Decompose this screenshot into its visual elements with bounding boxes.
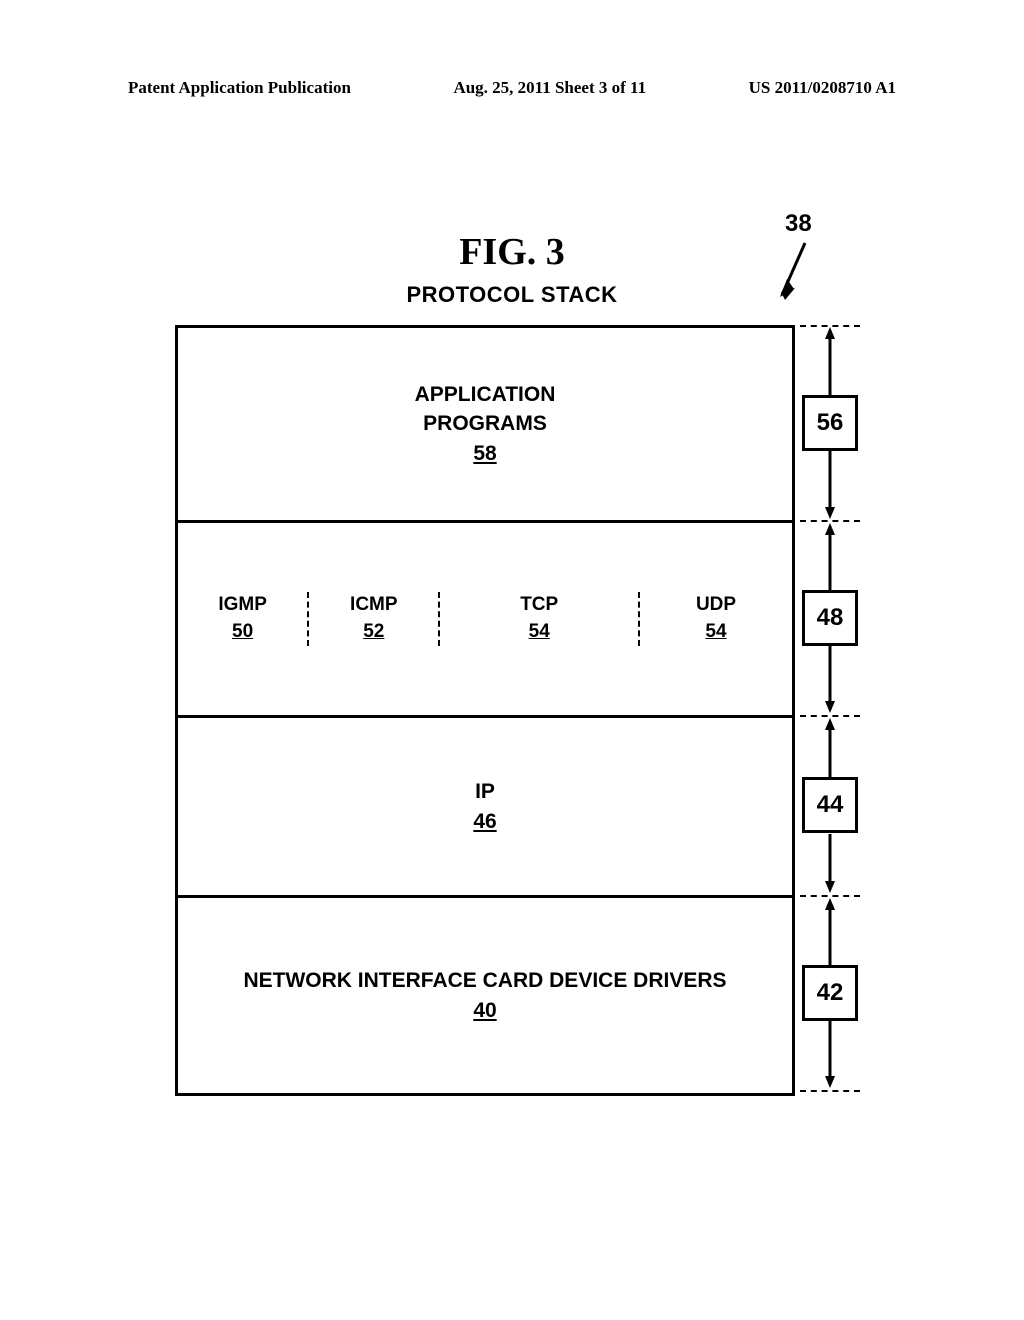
side-ref-56: 56 [802, 395, 858, 451]
igmp-cell: IGMP 50 [178, 592, 309, 645]
dashed-connector [800, 715, 860, 717]
ip-layer: IP 46 [178, 718, 792, 898]
figure-title: FIG. 3 [0, 230, 1024, 274]
application-label: APPLICATION PROGRAMS 58 [415, 380, 556, 468]
header-left: Patent Application Publication [128, 78, 351, 98]
figure-subtitle: PROTOCOL STACK [0, 282, 1024, 308]
application-layer: APPLICATION PROGRAMS 58 [178, 328, 792, 523]
side-ref-44: 44 [802, 777, 858, 833]
tcp-cell: TCP 54 [440, 592, 640, 645]
header-right: US 2011/0208710 A1 [749, 78, 896, 98]
nic-label: NETWORK INTERFACE CARD DEVICE DRIVERS 40 [243, 966, 726, 1025]
pointer-arrow-icon [780, 235, 830, 310]
dashed-connector [800, 1090, 860, 1092]
figure-ref-number: 38 [785, 210, 812, 238]
protocol-stack-diagram: APPLICATION PROGRAMS 58 IGMP 50 ICMP 52 … [175, 325, 795, 1096]
side-ref-48: 48 [802, 590, 858, 646]
nic-layer: NETWORK INTERFACE CARD DEVICE DRIVERS 40 [178, 898, 792, 1093]
dashed-connector [800, 895, 860, 897]
dashed-connector [800, 520, 860, 522]
transport-layer: IGMP 50 ICMP 52 TCP 54 UDP 54 [178, 523, 792, 718]
page-header: Patent Application Publication Aug. 25, … [128, 78, 896, 98]
side-ref-42: 42 [802, 965, 858, 1021]
header-center: Aug. 25, 2011 Sheet 3 of 11 [453, 78, 646, 98]
ip-label: IP 46 [473, 777, 496, 836]
icmp-cell: ICMP 52 [309, 592, 440, 645]
udp-cell: UDP 54 [640, 592, 792, 645]
